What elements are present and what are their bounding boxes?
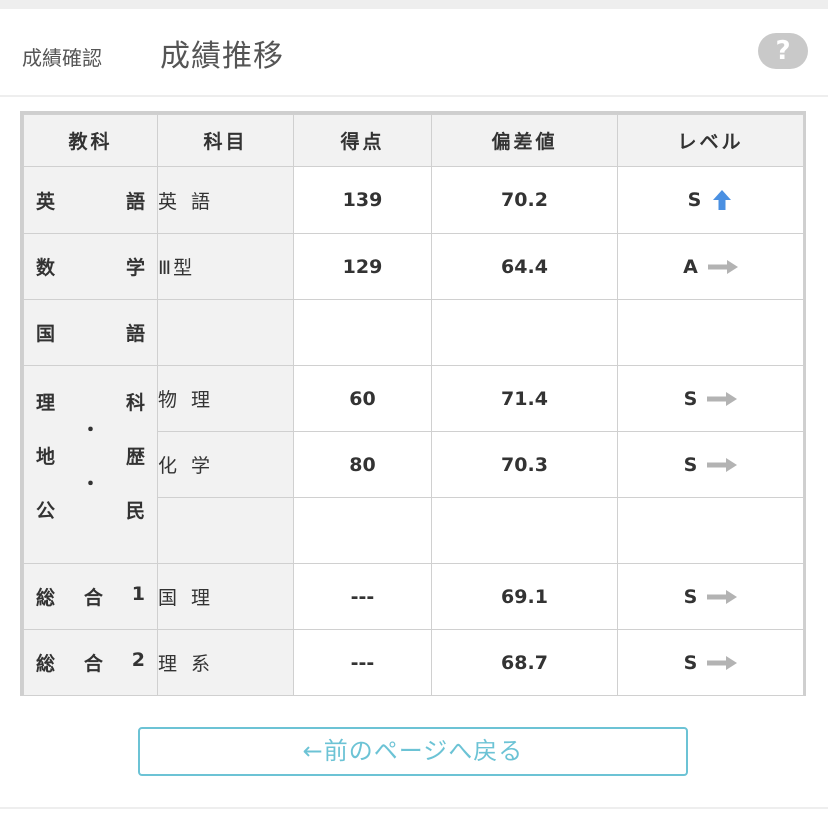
score-cell: [293, 497, 432, 564]
table-row: 数学 Ⅲ型 129 64.4 A: [23, 233, 804, 300]
level-cell: S: [617, 166, 804, 234]
hensachi-cell: 70.3: [431, 431, 618, 498]
course-cell: [157, 299, 294, 366]
hensachi-cell: 70.2: [431, 166, 618, 234]
arrow-right-icon: [707, 655, 738, 670]
grades-table-frame: 教科 科目 得点 偏差値 レベル 英語 英語 139 70.2 S 数学 Ⅲ型 …: [20, 111, 806, 696]
arrow-right-icon: [707, 259, 738, 274]
subject-cell: 総合1: [23, 563, 158, 630]
course-cell: 物理: [157, 365, 294, 432]
hensachi-cell: 71.4: [431, 365, 618, 432]
table-row: 総合1 国理 --- 69.1 S: [23, 563, 804, 630]
column-header: 科目: [157, 114, 294, 167]
subject-cell: 英語: [23, 166, 158, 234]
page-title: 成績推移: [160, 39, 284, 74]
column-header: 教科: [23, 114, 158, 167]
level-cell: S: [617, 629, 804, 696]
table-row: 英語 英語 139 70.2 S: [23, 166, 804, 234]
level-cell: [617, 497, 804, 564]
column-header: 偏差値: [431, 114, 618, 167]
score-cell: 139: [293, 166, 432, 234]
hensachi-cell: 68.7: [431, 629, 618, 696]
level-cell: A: [617, 233, 804, 300]
level-cell: S: [617, 431, 804, 498]
course-cell: 理系: [157, 629, 294, 696]
footer-divider: [0, 807, 828, 809]
score-cell: 80: [293, 431, 432, 498]
column-header: 得点: [293, 114, 432, 167]
level-cell: [617, 299, 804, 366]
course-cell: 化学: [157, 431, 294, 498]
hensachi-cell: [431, 299, 618, 366]
hensachi-cell: [431, 497, 618, 564]
page-header: 成績確認 成績推移 ?: [0, 9, 828, 95]
hensachi-cell: 69.1: [431, 563, 618, 630]
subject-cell: 国語: [23, 299, 158, 366]
subject-cell-science-social: 理科 ・ 地歴 ・ 公民: [23, 365, 158, 564]
score-cell: [293, 299, 432, 366]
column-header: レベル: [617, 114, 804, 167]
arrow-right-icon: [707, 457, 738, 472]
table-row: 総合2 理系 --- 68.7 S: [23, 629, 804, 696]
table-row: 国語: [23, 299, 804, 366]
grades-table: 教科 科目 得点 偏差値 レベル 英語 英語 139 70.2 S 数学 Ⅲ型 …: [23, 114, 804, 696]
top-bar: [0, 0, 828, 9]
back-button[interactable]: ←前のページへ戻る: [138, 727, 688, 776]
hensachi-cell: 64.4: [431, 233, 618, 300]
subject-cell: 総合2: [23, 629, 158, 696]
course-cell: [157, 497, 294, 564]
score-cell: 129: [293, 233, 432, 300]
arrow-right-icon: [707, 589, 738, 604]
level-cell: S: [617, 563, 804, 630]
table-header-row: 教科 科目 得点 偏差値 レベル: [23, 114, 804, 167]
header-divider: [0, 95, 828, 97]
table-row: 理科 ・ 地歴 ・ 公民 物理 60 71.4 S: [23, 365, 804, 564]
arrow-up-icon: [713, 190, 732, 210]
course-cell: 国理: [157, 563, 294, 630]
course-cell: Ⅲ型: [157, 233, 294, 300]
score-cell: ---: [293, 629, 432, 696]
subject-cell: 数学: [23, 233, 158, 300]
arrow-right-icon: [707, 391, 738, 406]
score-cell: 60: [293, 365, 432, 432]
level-cell: S: [617, 365, 804, 432]
question-icon[interactable]: ?: [758, 33, 808, 69]
breadcrumb[interactable]: 成績確認: [22, 42, 102, 71]
score-cell: ---: [293, 563, 432, 630]
course-cell: 英語: [157, 166, 294, 234]
